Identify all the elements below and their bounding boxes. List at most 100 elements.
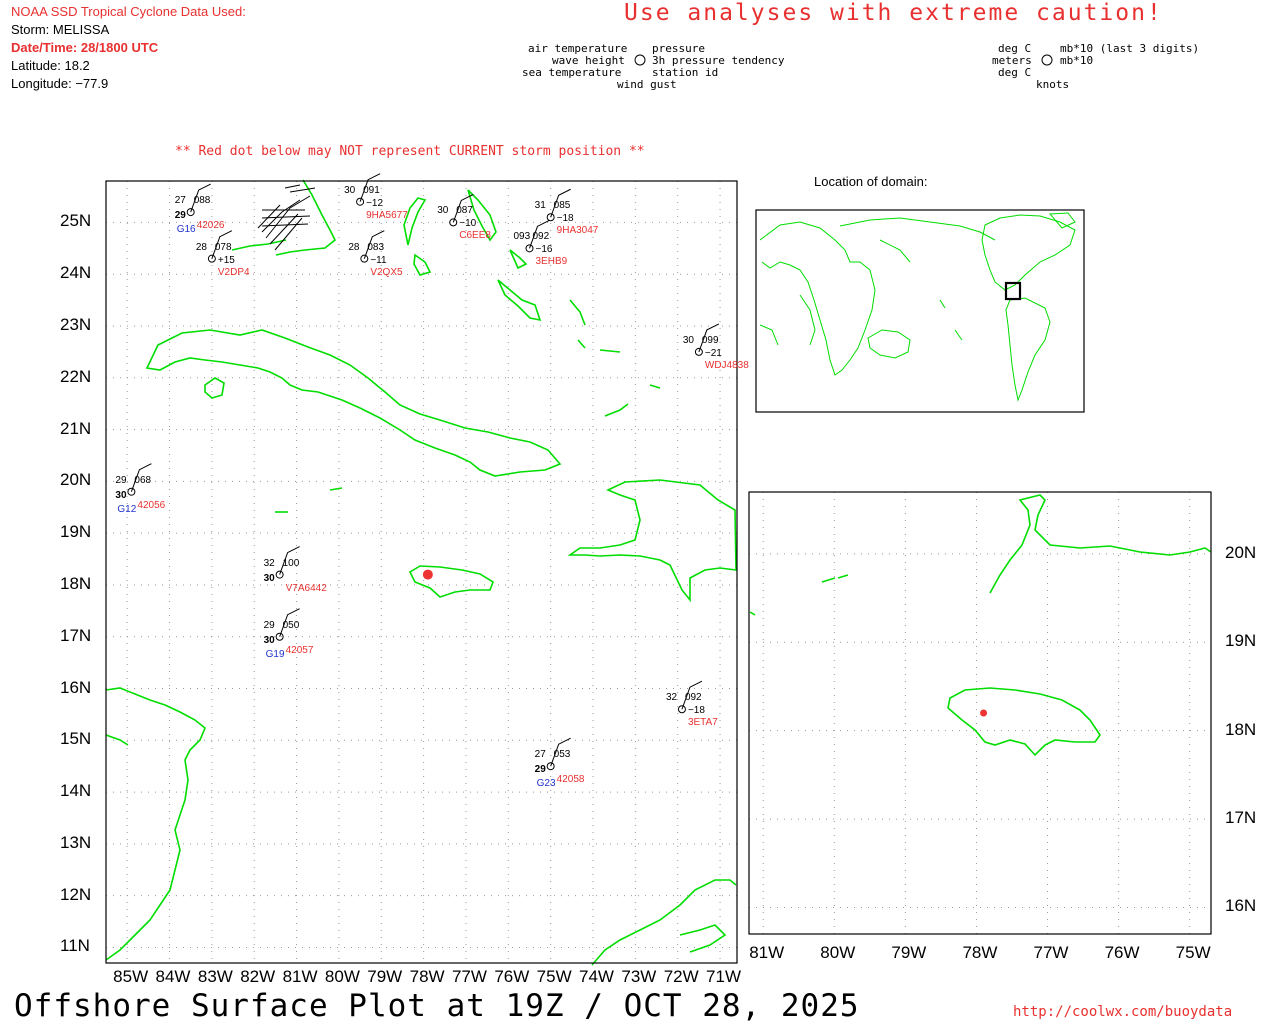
main-gridlines (106, 181, 737, 963)
station-tendency: −11 (370, 254, 387, 266)
station-air-temp: 29 (263, 619, 275, 631)
station-pressure: 088 (193, 195, 211, 207)
lat-tick-label: 21N (60, 418, 92, 438)
locator-map (755, 209, 1085, 413)
station-id: C6EE8 (459, 230, 491, 242)
station-sea-temp: 29 (174, 210, 186, 222)
lat-tick-label: 22N (60, 366, 92, 386)
station-secondary-id: G23 (536, 778, 556, 790)
station-tendency: −12 (366, 197, 384, 209)
station-id: 3EHB9 (535, 256, 568, 268)
main-map (105, 173, 738, 966)
lat-tick-label: 19N (60, 522, 92, 542)
station-tendency: −21 (704, 347, 722, 359)
station-pressure: 092 (532, 231, 550, 243)
station-id: 42056 (137, 499, 166, 511)
lon-tick-label: 76W (494, 967, 530, 986)
lat-tick-label: 13N (60, 832, 92, 852)
inset-lon-tick-label: 79W (891, 943, 927, 962)
storm-position-marker (422, 569, 433, 580)
lon-tick-label: 71W (706, 967, 742, 986)
lon-tick-label: 74W (579, 967, 614, 986)
station-air-temp: 30 (344, 184, 356, 196)
inset-lat-tick-label: 20N (1225, 542, 1257, 562)
station-pressure: 078 (214, 241, 232, 253)
station-pressure: 085 (553, 200, 571, 212)
inset-storm-marker (980, 709, 988, 717)
inset-border (748, 491, 1212, 935)
station-id: 42026 (196, 220, 225, 232)
lon-tick-label: 83W (197, 967, 233, 986)
inset-lon-tick-label: 75W (1175, 943, 1211, 962)
inset-lon-tick-label: 81W (749, 943, 785, 962)
station-sea-temp: 30 (263, 634, 275, 646)
inset-lat-tick-label: 16N (1225, 896, 1257, 916)
lat-tick-label: 12N (60, 884, 92, 904)
lon-tick-label: 79W (367, 967, 403, 986)
station-tendency: −16 (535, 244, 553, 256)
inset-lat-tick-label: 18N (1225, 719, 1257, 739)
station-tendency: −10 (459, 218, 477, 230)
lon-tick-label: 75W (536, 967, 572, 986)
station-air-temp: 29 (115, 474, 127, 486)
lat-tick-label: 14N (60, 781, 92, 801)
lon-tick-label: 80W (324, 967, 360, 986)
lon-tick-label: 84W (155, 967, 191, 986)
inset-coastlines (749, 494, 1212, 757)
station-air-temp: 27 (534, 749, 546, 761)
lat-tick-label: 25N (60, 211, 92, 231)
lat-tick-label: 16N (60, 677, 92, 697)
station-air-temp: 30 (437, 205, 449, 217)
map-canvas (105, 54, 1212, 966)
station-sea-temp: 29 (534, 764, 546, 776)
florida-cluster (257, 184, 316, 251)
station-pressure: 099 (701, 334, 719, 346)
station-id: 9HA5677 (366, 209, 408, 221)
lat-tick-label: 11N (60, 936, 90, 956)
lon-tick-label: 73W (621, 967, 657, 986)
station-air-temp: 28 (195, 241, 207, 253)
lat-tick-label: 15N (60, 729, 92, 749)
station-secondary-id: G12 (117, 503, 137, 515)
lon-tick-label: 81W (282, 967, 318, 986)
station-pressure: 053 (553, 749, 571, 761)
source-url[interactable]: http://coolwx.com/buoydata (1013, 1004, 1232, 1020)
station-air-temp: 30 (682, 334, 694, 346)
station-id: V2DP4 (217, 266, 250, 278)
station-secondary-id: G16 (176, 224, 196, 236)
station-air-temp: 093 (513, 231, 531, 243)
station-pressure: 092 (684, 692, 702, 704)
station-id: 9HA3047 (556, 225, 599, 237)
inset-map (748, 491, 1212, 935)
station-secondary-id: G19 (265, 648, 285, 660)
inset-lon-tick-label: 76W (1104, 943, 1140, 962)
plot-title: Offshore Surface Plot at 19Z / OCT 28, 2… (14, 988, 860, 1024)
lat-tick-label: 23N (60, 315, 92, 334)
station-air-temp: 32 (263, 557, 275, 569)
station-id: WDJ4838 (704, 359, 749, 371)
station-air-temp: 31 (534, 200, 546, 212)
locator-border (755, 209, 1085, 413)
legend-station-circle (634, 54, 646, 66)
station-sea-temp: 30 (115, 489, 127, 501)
lon-tick-label: 72W (663, 967, 699, 986)
station-tendency: +15 (217, 254, 235, 266)
lon-tick-label: 77W (451, 967, 487, 986)
station-pressure: 091 (363, 184, 380, 196)
lon-tick-label: 78W (409, 967, 445, 986)
lat-tick-label: 20N (60, 470, 92, 490)
station-air-temp: 28 (348, 241, 360, 253)
station-id: V2QX5 (370, 266, 403, 278)
station-sea-temp: 30 (263, 572, 275, 584)
coastlines (105, 179, 737, 966)
station-id: 42057 (285, 644, 314, 656)
lon-tick-label: 85W (113, 967, 149, 986)
inset-lon-tick-label: 80W (820, 943, 856, 962)
station-tendency: −18 (556, 213, 574, 225)
station-id: V7A6442 (285, 582, 327, 594)
lon-tick-label: 82W (240, 967, 276, 986)
inset-lon-tick-label: 77W (1033, 943, 1069, 962)
station-air-temp: 27 (174, 195, 186, 207)
station-pressure: 050 (282, 619, 300, 631)
station-markers (127, 173, 720, 771)
